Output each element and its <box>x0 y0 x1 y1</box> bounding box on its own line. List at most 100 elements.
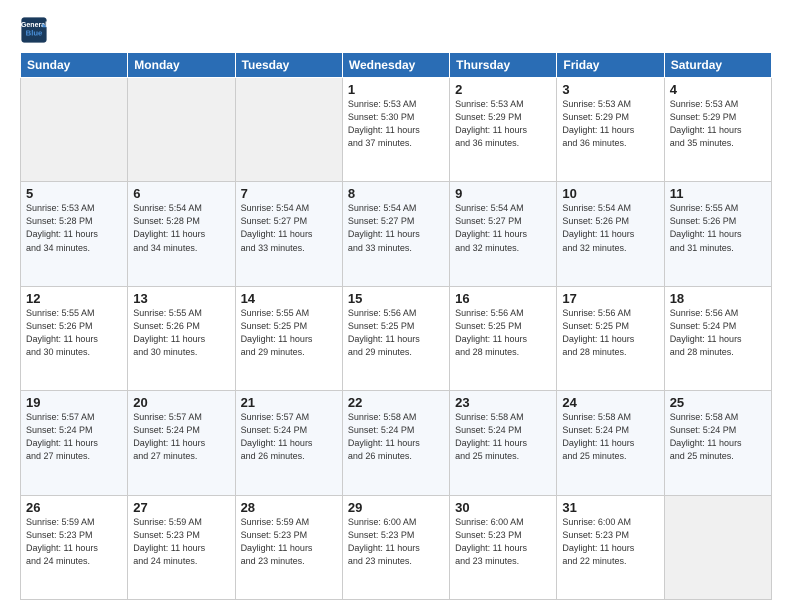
day-cell: 21Sunrise: 5:57 AM Sunset: 5:24 PM Dayli… <box>235 391 342 495</box>
svg-text:Blue: Blue <box>26 29 43 38</box>
day-cell: 6Sunrise: 5:54 AM Sunset: 5:28 PM Daylig… <box>128 182 235 286</box>
day-number: 8 <box>348 186 444 201</box>
day-number: 5 <box>26 186 122 201</box>
logo-icon: General Blue <box>20 16 48 44</box>
weekday-thursday: Thursday <box>450 53 557 78</box>
day-cell <box>21 78 128 182</box>
day-cell: 1Sunrise: 5:53 AM Sunset: 5:30 PM Daylig… <box>342 78 449 182</box>
day-number: 12 <box>26 291 122 306</box>
day-number: 1 <box>348 82 444 97</box>
weekday-monday: Monday <box>128 53 235 78</box>
day-info: Sunrise: 5:55 AM Sunset: 5:26 PM Dayligh… <box>670 202 766 254</box>
day-number: 18 <box>670 291 766 306</box>
week-row-4: 19Sunrise: 5:57 AM Sunset: 5:24 PM Dayli… <box>21 391 772 495</box>
calendar-body: 1Sunrise: 5:53 AM Sunset: 5:30 PM Daylig… <box>21 78 772 600</box>
day-number: 2 <box>455 82 551 97</box>
week-row-5: 26Sunrise: 5:59 AM Sunset: 5:23 PM Dayli… <box>21 495 772 599</box>
day-cell: 28Sunrise: 5:59 AM Sunset: 5:23 PM Dayli… <box>235 495 342 599</box>
day-info: Sunrise: 5:54 AM Sunset: 5:27 PM Dayligh… <box>348 202 444 254</box>
day-number: 6 <box>133 186 229 201</box>
day-number: 22 <box>348 395 444 410</box>
day-number: 4 <box>670 82 766 97</box>
day-cell: 17Sunrise: 5:56 AM Sunset: 5:25 PM Dayli… <box>557 286 664 390</box>
day-cell: 30Sunrise: 6:00 AM Sunset: 5:23 PM Dayli… <box>450 495 557 599</box>
page-header: General Blue <box>20 16 772 44</box>
day-info: Sunrise: 5:59 AM Sunset: 5:23 PM Dayligh… <box>133 516 229 568</box>
day-info: Sunrise: 5:59 AM Sunset: 5:23 PM Dayligh… <box>241 516 337 568</box>
day-cell: 19Sunrise: 5:57 AM Sunset: 5:24 PM Dayli… <box>21 391 128 495</box>
weekday-tuesday: Tuesday <box>235 53 342 78</box>
day-cell: 10Sunrise: 5:54 AM Sunset: 5:26 PM Dayli… <box>557 182 664 286</box>
day-info: Sunrise: 5:53 AM Sunset: 5:28 PM Dayligh… <box>26 202 122 254</box>
day-cell: 26Sunrise: 5:59 AM Sunset: 5:23 PM Dayli… <box>21 495 128 599</box>
day-cell <box>128 78 235 182</box>
day-info: Sunrise: 5:53 AM Sunset: 5:30 PM Dayligh… <box>348 98 444 150</box>
day-info: Sunrise: 5:55 AM Sunset: 5:26 PM Dayligh… <box>26 307 122 359</box>
day-number: 3 <box>562 82 658 97</box>
day-cell: 24Sunrise: 5:58 AM Sunset: 5:24 PM Dayli… <box>557 391 664 495</box>
day-number: 21 <box>241 395 337 410</box>
weekday-wednesday: Wednesday <box>342 53 449 78</box>
day-info: Sunrise: 5:56 AM Sunset: 5:25 PM Dayligh… <box>562 307 658 359</box>
day-cell: 11Sunrise: 5:55 AM Sunset: 5:26 PM Dayli… <box>664 182 771 286</box>
day-info: Sunrise: 5:57 AM Sunset: 5:24 PM Dayligh… <box>26 411 122 463</box>
day-number: 9 <box>455 186 551 201</box>
day-number: 20 <box>133 395 229 410</box>
day-number: 31 <box>562 500 658 515</box>
weekday-friday: Friday <box>557 53 664 78</box>
day-number: 19 <box>26 395 122 410</box>
day-cell: 12Sunrise: 5:55 AM Sunset: 5:26 PM Dayli… <box>21 286 128 390</box>
day-number: 23 <box>455 395 551 410</box>
day-info: Sunrise: 5:58 AM Sunset: 5:24 PM Dayligh… <box>348 411 444 463</box>
day-number: 24 <box>562 395 658 410</box>
calendar-table: SundayMondayTuesdayWednesdayThursdayFrid… <box>20 52 772 600</box>
day-cell: 16Sunrise: 5:56 AM Sunset: 5:25 PM Dayli… <box>450 286 557 390</box>
day-info: Sunrise: 5:54 AM Sunset: 5:27 PM Dayligh… <box>455 202 551 254</box>
day-number: 13 <box>133 291 229 306</box>
day-cell: 9Sunrise: 5:54 AM Sunset: 5:27 PM Daylig… <box>450 182 557 286</box>
day-cell: 5Sunrise: 5:53 AM Sunset: 5:28 PM Daylig… <box>21 182 128 286</box>
day-info: Sunrise: 5:59 AM Sunset: 5:23 PM Dayligh… <box>26 516 122 568</box>
day-number: 16 <box>455 291 551 306</box>
week-row-3: 12Sunrise: 5:55 AM Sunset: 5:26 PM Dayli… <box>21 286 772 390</box>
day-cell: 27Sunrise: 5:59 AM Sunset: 5:23 PM Dayli… <box>128 495 235 599</box>
day-cell: 8Sunrise: 5:54 AM Sunset: 5:27 PM Daylig… <box>342 182 449 286</box>
day-number: 26 <box>26 500 122 515</box>
day-cell: 23Sunrise: 5:58 AM Sunset: 5:24 PM Dayli… <box>450 391 557 495</box>
day-info: Sunrise: 5:58 AM Sunset: 5:24 PM Dayligh… <box>455 411 551 463</box>
day-info: Sunrise: 5:54 AM Sunset: 5:26 PM Dayligh… <box>562 202 658 254</box>
day-info: Sunrise: 5:57 AM Sunset: 5:24 PM Dayligh… <box>133 411 229 463</box>
weekday-header-row: SundayMondayTuesdayWednesdayThursdayFrid… <box>21 53 772 78</box>
day-cell: 18Sunrise: 5:56 AM Sunset: 5:24 PM Dayli… <box>664 286 771 390</box>
day-cell: 4Sunrise: 5:53 AM Sunset: 5:29 PM Daylig… <box>664 78 771 182</box>
day-info: Sunrise: 6:00 AM Sunset: 5:23 PM Dayligh… <box>348 516 444 568</box>
day-cell: 31Sunrise: 6:00 AM Sunset: 5:23 PM Dayli… <box>557 495 664 599</box>
day-cell: 2Sunrise: 5:53 AM Sunset: 5:29 PM Daylig… <box>450 78 557 182</box>
day-info: Sunrise: 5:56 AM Sunset: 5:25 PM Dayligh… <box>455 307 551 359</box>
day-number: 14 <box>241 291 337 306</box>
day-cell: 13Sunrise: 5:55 AM Sunset: 5:26 PM Dayli… <box>128 286 235 390</box>
day-cell <box>235 78 342 182</box>
weekday-sunday: Sunday <box>21 53 128 78</box>
weekday-saturday: Saturday <box>664 53 771 78</box>
day-info: Sunrise: 6:00 AM Sunset: 5:23 PM Dayligh… <box>562 516 658 568</box>
day-cell: 15Sunrise: 5:56 AM Sunset: 5:25 PM Dayli… <box>342 286 449 390</box>
day-info: Sunrise: 5:57 AM Sunset: 5:24 PM Dayligh… <box>241 411 337 463</box>
logo: General Blue <box>20 16 48 44</box>
day-cell: 7Sunrise: 5:54 AM Sunset: 5:27 PM Daylig… <box>235 182 342 286</box>
day-info: Sunrise: 5:56 AM Sunset: 5:24 PM Dayligh… <box>670 307 766 359</box>
day-number: 11 <box>670 186 766 201</box>
week-row-1: 1Sunrise: 5:53 AM Sunset: 5:30 PM Daylig… <box>21 78 772 182</box>
day-info: Sunrise: 5:54 AM Sunset: 5:27 PM Dayligh… <box>241 202 337 254</box>
day-number: 30 <box>455 500 551 515</box>
day-number: 29 <box>348 500 444 515</box>
day-number: 15 <box>348 291 444 306</box>
day-info: Sunrise: 5:53 AM Sunset: 5:29 PM Dayligh… <box>562 98 658 150</box>
day-info: Sunrise: 5:56 AM Sunset: 5:25 PM Dayligh… <box>348 307 444 359</box>
day-info: Sunrise: 6:00 AM Sunset: 5:23 PM Dayligh… <box>455 516 551 568</box>
day-info: Sunrise: 5:55 AM Sunset: 5:25 PM Dayligh… <box>241 307 337 359</box>
day-cell: 14Sunrise: 5:55 AM Sunset: 5:25 PM Dayli… <box>235 286 342 390</box>
day-info: Sunrise: 5:54 AM Sunset: 5:28 PM Dayligh… <box>133 202 229 254</box>
day-cell: 3Sunrise: 5:53 AM Sunset: 5:29 PM Daylig… <box>557 78 664 182</box>
day-number: 7 <box>241 186 337 201</box>
